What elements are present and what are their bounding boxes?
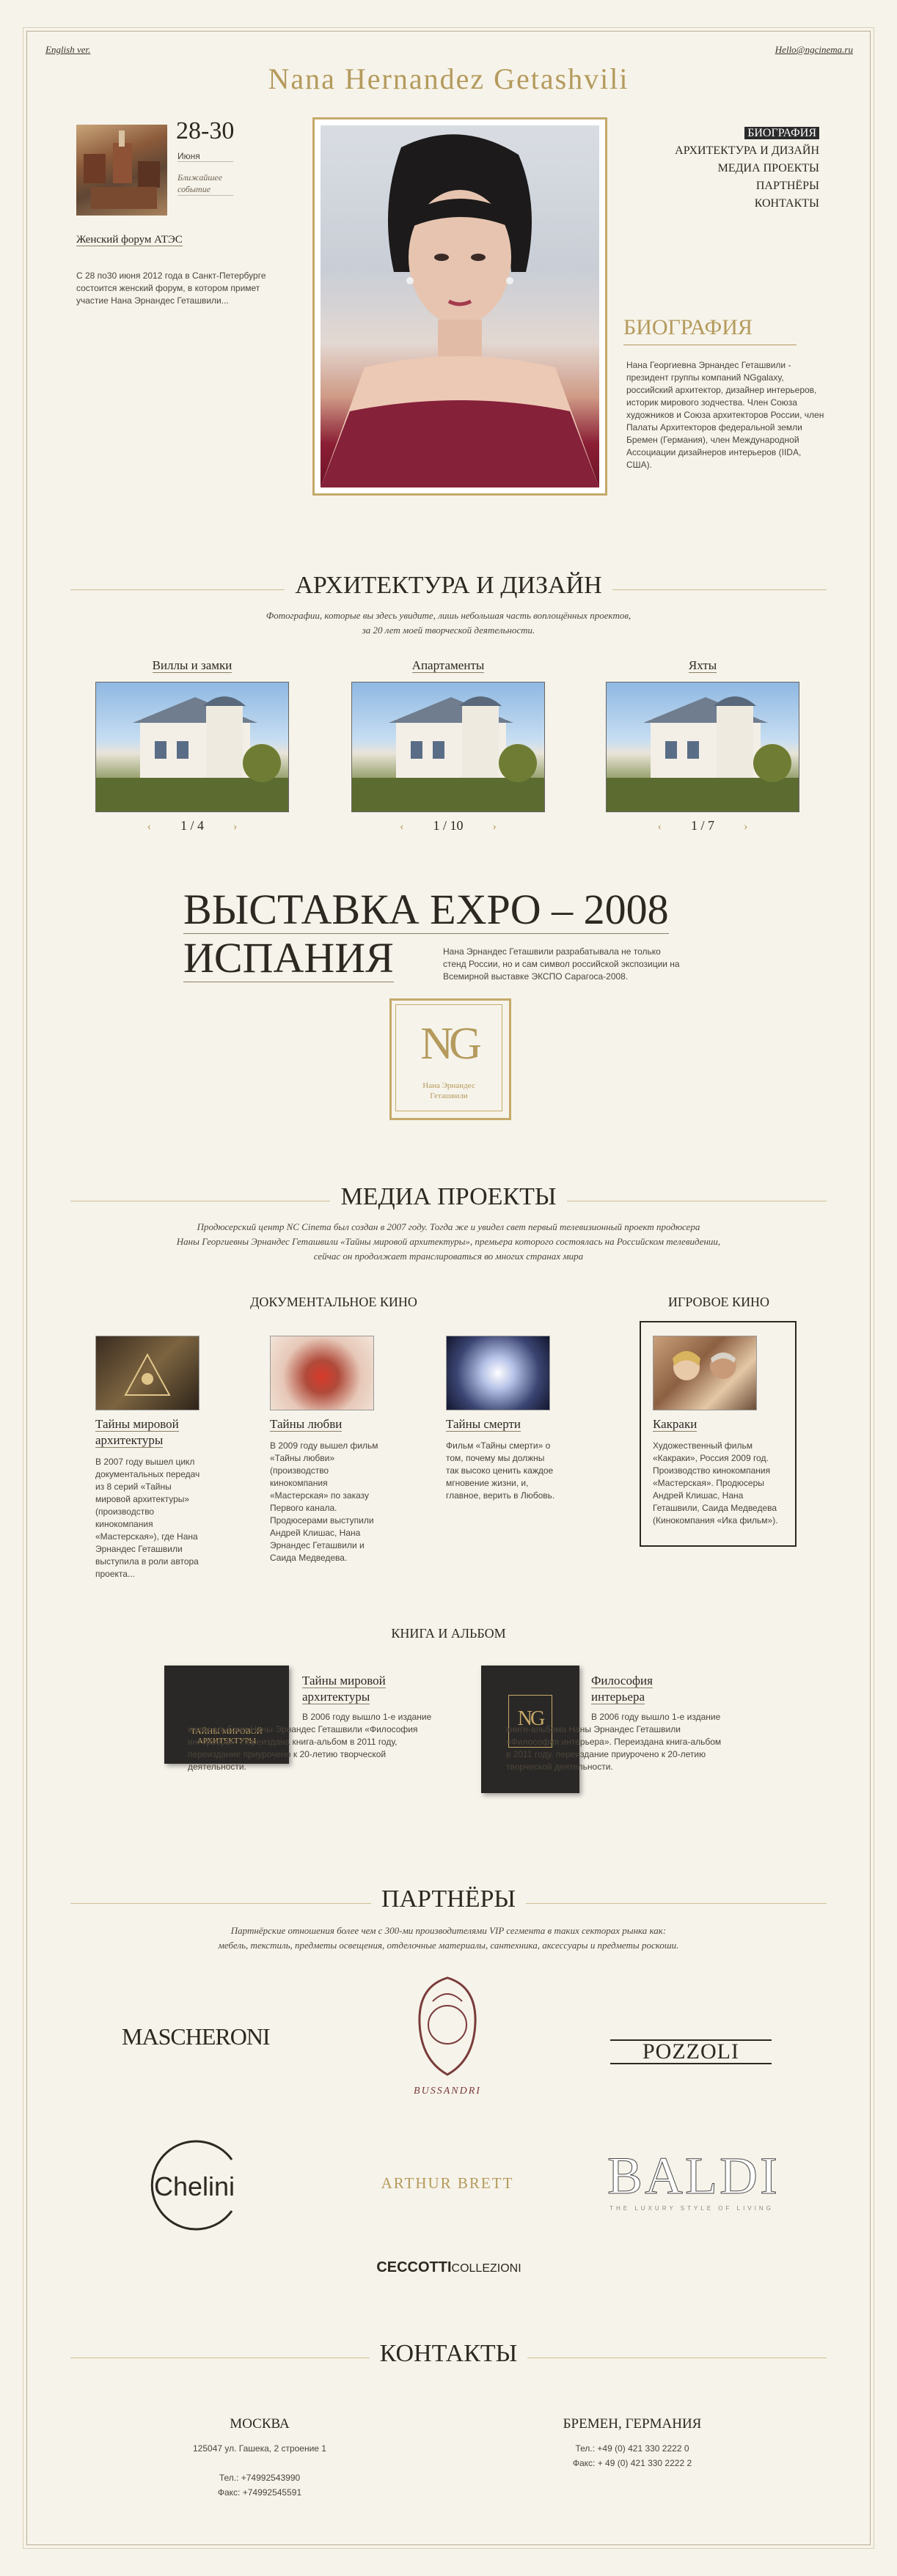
event-title[interactable]: Женский форум АТЭС [76, 233, 186, 246]
book-title-philosophy[interactable]: Философия интерьера [591, 1673, 709, 1705]
documentary-title: ДОКУМЕНТАЛЬНОЕ КИНО [250, 1295, 417, 1309]
book-text-philosophy: В 2006 году вышло 1-е издание книги-альб… [506, 1712, 722, 1772]
expo-title-line2: ИСПАНИЯ [183, 934, 394, 982]
next-arrow-icon[interactable]: › [714, 820, 777, 833]
baldi-tagline: THE LUXURY STYLE OF LIVING [609, 2205, 774, 2212]
partners-subtitle-2: мебель, текстиль, предметы освещения, от… [218, 1940, 679, 1951]
media-photo-love[interactable] [270, 1336, 374, 1410]
expo-text: Нана Эрнандес Геташвили разрабатывала не… [443, 946, 680, 982]
media-item-title-death[interactable]: Тайны смерти [446, 1416, 521, 1432]
site-title: Nana Hernandez Getashvili [268, 62, 629, 95]
media-item-text-kakraki: Художественный фильм «Какраки», Россия 2… [653, 1440, 778, 1526]
book-title-architecture[interactable]: Тайны мировой архитектуры [302, 1673, 420, 1705]
logo-letters: NG [420, 1019, 482, 1069]
partners-title: ПАРТНЁРЫ [0, 1885, 897, 1913]
event-month: Июня [177, 151, 200, 161]
event-date: 28-30 [176, 117, 235, 144]
architecture-title: АРХИТЕКТУРА И ДИЗАЙН [0, 572, 897, 600]
media-title: МЕДИА ПРОЕКТЫ [0, 1183, 897, 1211]
divider [177, 161, 233, 162]
media-photo-death[interactable] [446, 1336, 550, 1410]
yachts-pager: ‹ 1 / 7 › [606, 818, 799, 833]
portrait-photo [321, 125, 599, 487]
partners-subtitle-1: Партнёрские отношения более чем с 300-ми… [230, 1925, 667, 1936]
book-text-architecture: В 2006 году вышло 1-е издание книги-альб… [188, 1712, 432, 1772]
portrait-frame [312, 117, 607, 496]
partner-logo-mascheroni[interactable]: MASCHERONI [122, 2023, 271, 2050]
next-arrow-icon[interactable]: › [204, 820, 266, 833]
yacht-photo[interactable] [606, 682, 799, 812]
prev-arrow-icon[interactable]: ‹ [118, 820, 180, 833]
media-item-title-architecture[interactable]: Тайны мировой архитектуры [95, 1416, 213, 1449]
nav-item-media[interactable]: МЕДИА ПРОЕКТЫ [675, 160, 819, 177]
media-subtitle-3: сейчас он продолжает транслироваться во … [313, 1251, 584, 1262]
logo-line2: Геташвили [430, 1092, 468, 1100]
apartment-photo[interactable] [351, 682, 545, 812]
media-item-text-love: В 2009 году вышел фильм «Тайны любви» (п… [270, 1440, 378, 1563]
event-thumbnail[interactable] [76, 125, 167, 216]
bio-text: Нана Георгиевна Эрнандес Геташвили - пре… [626, 360, 824, 470]
villa-photo[interactable] [95, 682, 289, 812]
media-subtitle-1: Продюсерский центр NC Cinema был создан … [197, 1221, 700, 1232]
partner-logo-pozzoli[interactable]: POZZOLI [610, 2039, 772, 2064]
ng-logo: NG Нана Эрнандес Геташвили [389, 998, 511, 1120]
main-nav: БИОГРАФИЯ АРХИТЕКТУРА И ДИЗАЙН МЕДИА ПРО… [675, 125, 819, 213]
feature-film-title: ИГРОВОЕ КИНО [667, 1295, 770, 1309]
email-link[interactable]: Hello@ngcinema.ru [775, 44, 853, 56]
event-text: С 28 по30 июня 2012 года в Санкт-Петербу… [76, 271, 266, 306]
expo-title-line1: ВЫСТАВКА EXPO – 2008 [183, 886, 669, 934]
baldi-label: BALDI [607, 2146, 780, 2206]
category-apartments[interactable]: Апартаменты [351, 658, 545, 673]
contact-fax-bremen: Факс: + 49 (0) 421 330 2222 2 [572, 2458, 692, 2468]
prev-arrow-icon[interactable]: ‹ [629, 820, 691, 833]
category-yachts[interactable]: Яхты [606, 658, 799, 673]
contacts-title: КОНТАКТЫ [0, 2340, 897, 2368]
event-title-text[interactable]: Женский форум АТЭС [76, 234, 183, 246]
nav-item-contacts[interactable]: КОНТАКТЫ [675, 195, 819, 213]
villa-illustration [607, 696, 799, 812]
crest-icon [418, 1976, 477, 2076]
villa-illustration [352, 696, 544, 812]
chelini-label: Chelini [154, 2171, 235, 2201]
media-item-text-architecture: В 2007 году вышел цикл документальных пе… [95, 1457, 200, 1579]
bussandri-label: BUSSANDRI [414, 2086, 481, 2097]
partner-logo-baldi[interactable]: BALDI THE LUXURY STYLE OF LIVING [607, 2146, 780, 2227]
bio-title: БИОГРАФИЯ [623, 315, 753, 339]
apartments-pager: ‹ 1 / 10 › [351, 818, 545, 833]
contact-city-bremen: БРЕМЕН, ГЕРМАНИЯ [563, 2416, 702, 2432]
portrait-illustration [321, 134, 599, 487]
nav-item-partners[interactable]: ПАРТНЁРЫ [675, 177, 819, 195]
contact-phone-bremen: Тел.: +49 (0) 421 330 2222 0 [575, 2443, 689, 2454]
pyramid-eye-icon [124, 1353, 171, 1396]
media-item-title-love[interactable]: Тайны любви [270, 1416, 343, 1432]
partner-logo-bussandri[interactable]: BUSSANDRI [381, 1972, 513, 2104]
partner-logo-arthur-brett[interactable]: ARTHUR BRETT [359, 2174, 535, 2193]
media-item-title-kakraki[interactable]: Какраки [653, 1416, 698, 1432]
event-soon-label: Ближайшее событие [177, 172, 233, 196]
nav-item-biography[interactable]: БИОГРАФИЯ [675, 125, 819, 142]
villas-pager: ‹ 1 / 4 › [95, 818, 289, 833]
architecture-subtitle-1: Фотографии, которые вы здесь увидите, ли… [266, 610, 631, 621]
prev-arrow-icon[interactable]: ‹ [370, 820, 433, 833]
media-photo-architecture[interactable] [95, 1336, 199, 1410]
contact-city-moscow: МОСКВА [230, 2416, 290, 2432]
contact-phone-moscow: Тел.: +74992543990 [219, 2473, 301, 2483]
partner-logo-ceccotti[interactable]: CECCOTTICOLLEZIONI [345, 2259, 553, 2276]
architecture-subtitle-2: за 20 лет моей творческой деятельности. [362, 625, 535, 636]
media-item-text-death: Фильм «Тайны смерти» о том, почему мы до… [446, 1440, 555, 1501]
media-subtitle-2: Наны Георгиевны Эрнандес Геташвили «Тайн… [176, 1236, 721, 1247]
logo-line1: Нана Эрнандес [422, 1081, 475, 1090]
city-roofs-image [84, 130, 160, 209]
couple-image [673, 1351, 736, 1380]
category-villas[interactable]: Виллы и замки [95, 658, 289, 673]
contact-fax-moscow: Факс: +74992545591 [217, 2487, 302, 2498]
media-photo-kakraki[interactable] [653, 1336, 757, 1410]
partner-logo-chelini[interactable]: Chelini [144, 2138, 261, 2233]
next-arrow-icon[interactable]: › [464, 820, 526, 833]
books-title: КНИГА И АЛЬБОМ [391, 1626, 506, 1641]
english-version-link[interactable]: English ver. [45, 44, 90, 56]
contact-address-moscow: 125047 ул. Гашека, 2 строение 1 [193, 2443, 326, 2454]
nav-item-architecture[interactable]: АРХИТЕКТУРА И ДИЗАЙН [675, 142, 819, 160]
villa-illustration [96, 696, 288, 812]
